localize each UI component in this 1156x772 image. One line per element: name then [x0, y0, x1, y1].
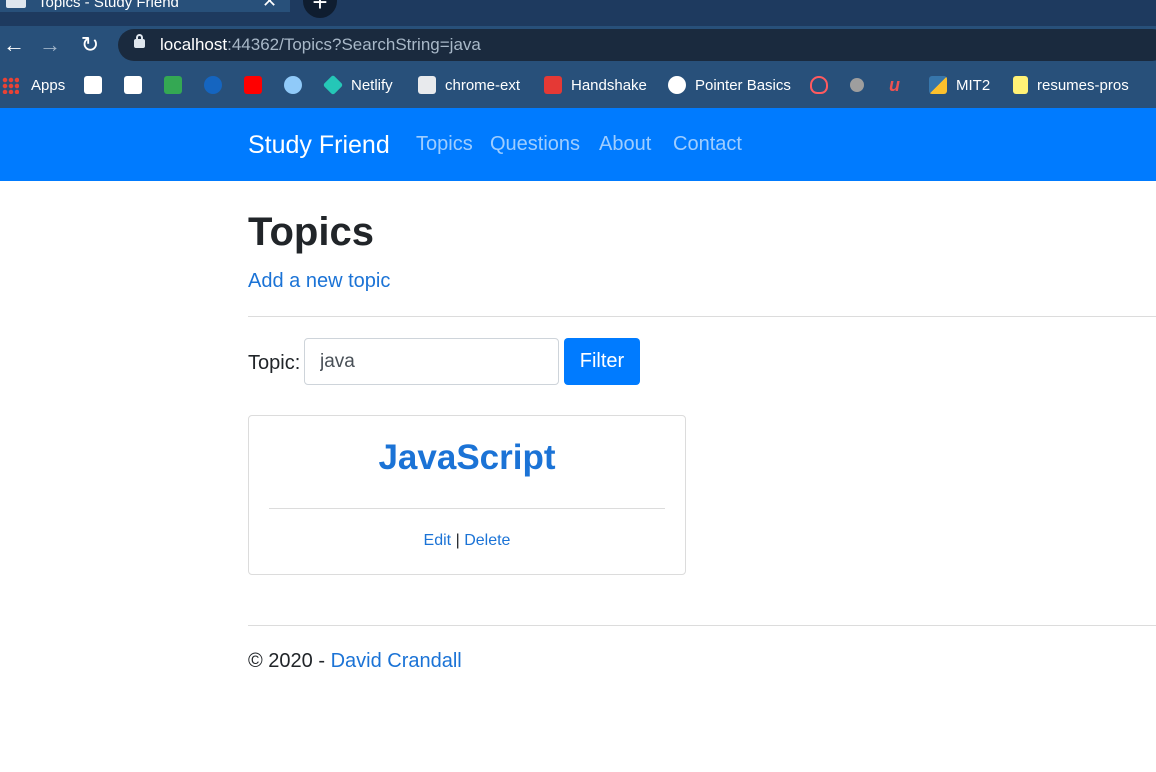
- gmail-icon: [124, 76, 142, 94]
- chrome-ext-icon: [418, 76, 436, 94]
- url-text: localhost:44362/Topics?SearchString=java: [160, 35, 481, 54]
- page-title: Topics: [248, 210, 374, 254]
- divider: [248, 316, 1156, 317]
- reload-icon[interactable]: ↻: [76, 31, 104, 59]
- footer-divider: [248, 625, 1156, 626]
- browser-toolbar: ← → ↻ localhost:44362/Topics?SearchStrin…: [0, 26, 1156, 64]
- bookmark-apps[interactable]: Apps: [2, 74, 65, 96]
- apps-grid-icon: [2, 76, 19, 94]
- bookmark-app-icon: [164, 76, 182, 94]
- topic-card: JavaScript Edit | Delete: [248, 415, 686, 575]
- bookmark-amazon[interactable]: [84, 74, 102, 96]
- back-icon[interactable]: ←: [0, 31, 28, 59]
- browser-tab-strip: Topics - Study Friend ✕ +: [0, 0, 1156, 26]
- handshake-icon: [544, 76, 562, 94]
- footer: © 2020 - David Crandall: [248, 650, 462, 673]
- bookmark-udemy[interactable]: u: [889, 74, 907, 96]
- bookmark-airbnb[interactable]: [810, 74, 828, 96]
- bookmark-cloud[interactable]: [284, 74, 302, 96]
- address-bar[interactable]: localhost:44362/Topics?SearchString=java: [118, 29, 1156, 61]
- nav-link-questions[interactable]: Questions: [490, 133, 580, 156]
- author-link[interactable]: David Crandall: [331, 650, 462, 672]
- close-tab-icon[interactable]: ✕: [262, 0, 277, 10]
- topic-search-input[interactable]: [304, 338, 559, 385]
- bookmark-resumes-pros[interactable]: resumes-pros: [1013, 74, 1129, 96]
- apple-icon: [850, 78, 864, 92]
- card-actions: Edit | Delete: [249, 532, 685, 550]
- folder-icon: [1013, 76, 1028, 94]
- bookmark-handshake[interactable]: Handshake: [544, 74, 647, 96]
- browser-tab[interactable]: Topics - Study Friend ✕: [0, 0, 290, 12]
- bookmarks-bar: Apps Netlify chrome-ext Handshake Pointe…: [0, 64, 1156, 108]
- bookmark-youtube[interactable]: [244, 74, 262, 96]
- amazon-icon: [84, 76, 102, 94]
- site-navbar: Study Friend Topics Questions About Cont…: [0, 108, 1156, 181]
- bookmark-pointer-basics[interactable]: Pointer Basics: [668, 74, 791, 96]
- udemy-icon: u: [889, 75, 900, 95]
- filter-button[interactable]: Filter: [564, 338, 640, 385]
- topic-filter-label: Topic:: [248, 352, 301, 374]
- globe-icon: [668, 76, 686, 94]
- delete-link[interactable]: Delete: [464, 532, 510, 549]
- netlify-icon: [322, 74, 344, 96]
- brand-link[interactable]: Study Friend: [248, 131, 390, 160]
- card-divider: [269, 508, 665, 509]
- new-tab-button[interactable]: +: [303, 0, 337, 18]
- topic-card-title[interactable]: JavaScript: [249, 438, 685, 478]
- bookmark-app[interactable]: [164, 74, 182, 96]
- edit-link[interactable]: Edit: [424, 532, 452, 549]
- nav-link-topics[interactable]: Topics: [416, 133, 473, 156]
- bookmark-edge[interactable]: [204, 74, 222, 96]
- tab-favicon-icon: [6, 0, 26, 8]
- bookmark-chrome-ext[interactable]: chrome-ext: [418, 74, 520, 96]
- bookmark-mit2[interactable]: MIT2: [929, 74, 990, 96]
- airbnb-icon: [810, 76, 828, 94]
- bookmark-apple[interactable]: [850, 74, 864, 96]
- python-icon: [929, 76, 947, 94]
- nav-link-contact[interactable]: Contact: [673, 133, 742, 156]
- cloud-download-icon: [284, 76, 302, 94]
- edge-icon: [204, 76, 222, 94]
- forward-icon[interactable]: →: [36, 31, 64, 59]
- copyright-text: © 2020 -: [248, 650, 326, 672]
- lock-icon: [134, 34, 145, 48]
- action-separator: |: [455, 532, 460, 549]
- add-topic-link[interactable]: Add a new topic: [248, 270, 390, 293]
- youtube-icon: [244, 76, 262, 94]
- nav-link-about[interactable]: About: [599, 133, 651, 156]
- bookmark-gmail[interactable]: [124, 74, 142, 96]
- bookmark-netlify[interactable]: Netlify: [322, 74, 393, 96]
- tab-title: Topics - Study Friend: [38, 0, 179, 11]
